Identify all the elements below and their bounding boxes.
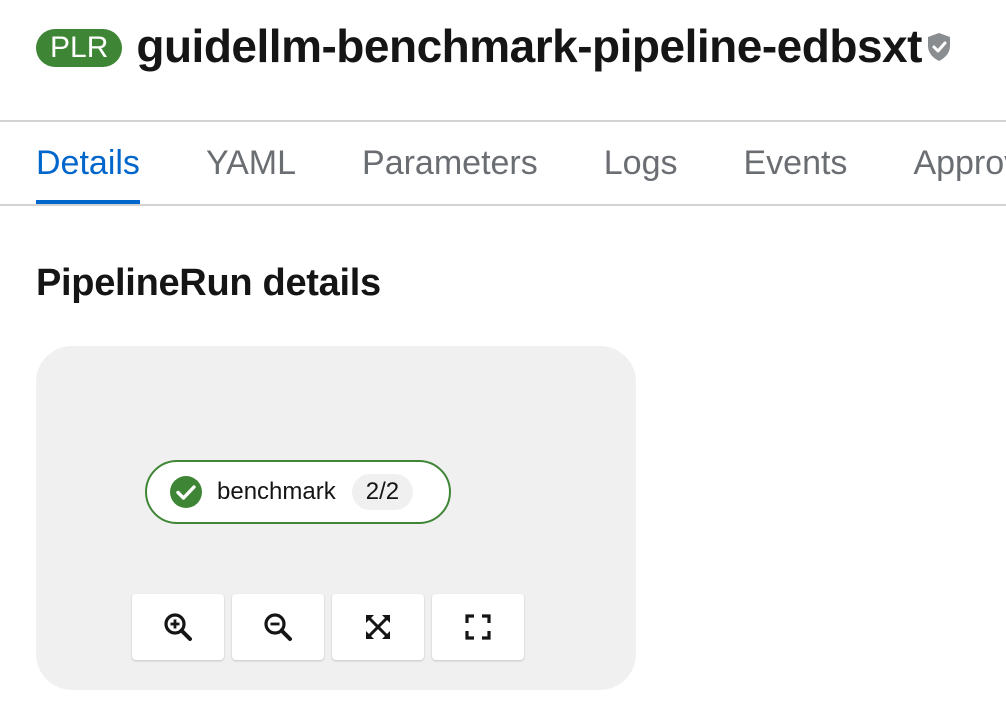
zoom-in-icon xyxy=(164,613,192,641)
tab-approvals[interactable]: Approvals xyxy=(880,122,1006,204)
task-name: benchmark xyxy=(217,478,336,505)
zoom-out-icon xyxy=(264,613,292,641)
page-title: guidellm-benchmark-pipeline-edbsxt xyxy=(136,20,922,72)
step-count-badge: 2/2 xyxy=(351,474,414,510)
pipeline-topology[interactable]: benchmark 2/2 xyxy=(36,346,636,690)
tab-parameters[interactable]: Parameters xyxy=(329,122,571,204)
fit-to-screen-button[interactable] xyxy=(332,594,424,660)
pipeline-task-node[interactable]: benchmark 2/2 xyxy=(145,460,451,524)
reset-view-button[interactable] xyxy=(432,594,524,660)
page-header: PLR guidellm-benchmark-pipeline-edbsxt xyxy=(36,14,952,78)
resource-badge: PLR xyxy=(36,29,123,67)
expand-arrows-icon xyxy=(366,615,390,639)
shield-icon xyxy=(927,33,950,61)
zoom-in-button[interactable] xyxy=(132,594,224,660)
tab-events[interactable]: Events xyxy=(710,122,880,204)
check-circle-icon xyxy=(170,476,202,508)
zoom-out-button[interactable] xyxy=(232,594,324,660)
tab-logs[interactable]: Logs xyxy=(571,122,711,204)
tab-details[interactable]: Details xyxy=(0,122,173,204)
topology-controls xyxy=(132,594,532,660)
pipelinerun-page: PLR guidellm-benchmark-pipeline-edbsxt D… xyxy=(0,0,1006,720)
fullscreen-icon xyxy=(465,614,491,640)
section-title: PipelineRun details xyxy=(36,262,381,304)
tab-bar: Details YAML Parameters Logs Events Appr… xyxy=(0,120,1006,206)
tab-yaml[interactable]: YAML xyxy=(173,122,329,204)
